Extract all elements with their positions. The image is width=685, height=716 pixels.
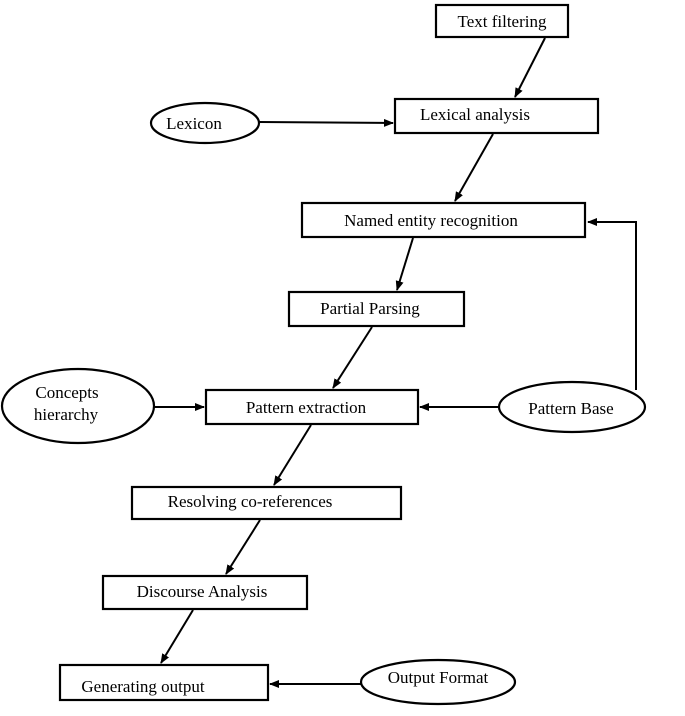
- node-label: Text filtering: [458, 12, 547, 31]
- edge-pattern-resolving: [273, 424, 312, 486]
- node-label: Lexicon: [166, 114, 222, 133]
- process-generating-output: Generating output: [58, 663, 270, 702]
- node-label: Generating output: [81, 677, 204, 696]
- edge-discourse-generating: [160, 609, 194, 664]
- information-extraction-pipeline-diagram: Text filtering Lexical analysis Named en…: [0, 3, 647, 706]
- edge-parsing-pattern: [332, 326, 373, 389]
- process-pattern-extraction: Pattern extraction: [204, 388, 420, 426]
- node-label: Discourse Analysis: [137, 582, 268, 601]
- node-label: Partial Parsing: [320, 299, 420, 318]
- edge-ner-parsing: [395, 237, 414, 291]
- node-label: Resolving co-references: [168, 492, 333, 511]
- process-partial-parsing: Partial Parsing: [287, 290, 466, 328]
- edge-textfilter-lexical: [514, 37, 546, 98]
- resource-concepts-hierarchy: Concepts hierarchy: [0, 367, 156, 445]
- resource-pattern-base: Pattern Base: [497, 380, 647, 434]
- process-lexical-analysis: Lexical analysis: [393, 97, 600, 135]
- process-named-entity-recognition: Named entity recognition: [300, 201, 587, 239]
- node-label: Lexical analysis: [420, 105, 530, 124]
- node-label: Pattern Base: [528, 399, 613, 418]
- resource-lexicon: Lexicon: [149, 101, 261, 145]
- edge-resolving-discourse: [225, 519, 261, 575]
- edge-lexicon-lexical: [258, 118, 394, 127]
- node-label: Pattern extraction: [246, 398, 367, 417]
- node-label: Output Format: [388, 668, 489, 687]
- node-label-line2: hierarchy: [34, 405, 99, 424]
- process-text-filtering: Text filtering: [434, 3, 570, 39]
- edge-lexical-ner: [454, 133, 494, 202]
- edge-patternbase-ner: [587, 218, 637, 390]
- node-label: Named entity recognition: [344, 211, 518, 230]
- process-discourse-analysis: Discourse Analysis: [101, 574, 309, 611]
- process-resolving-coreferences: Resolving co-references: [130, 485, 403, 521]
- resource-output-format: Output Format: [359, 658, 517, 706]
- node-label-line1: Concepts: [35, 383, 98, 402]
